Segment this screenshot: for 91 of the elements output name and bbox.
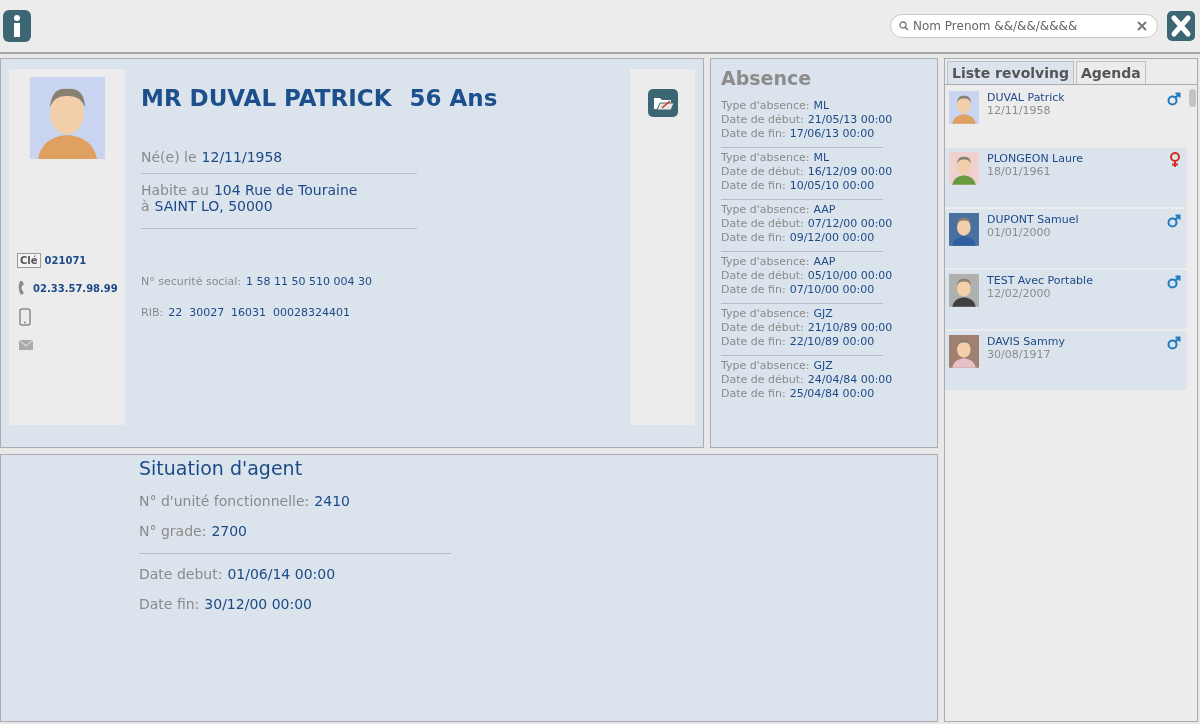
field-label: Date de fin: bbox=[721, 179, 786, 193]
field-label: Date de début: bbox=[721, 321, 804, 335]
field-label: Né(e) le bbox=[141, 149, 197, 165]
clear-icon[interactable] bbox=[1137, 21, 1147, 31]
field-value: AAP bbox=[813, 203, 836, 217]
birth-date: 12/02/2000 bbox=[987, 287, 1052, 300]
field-value: 05/10/00 00:00 bbox=[807, 269, 893, 283]
field-label: Date de fin: bbox=[721, 335, 786, 349]
field-value: 16/12/09 00:00 bbox=[807, 165, 893, 179]
person-list-item[interactable]: PLONGEON Laure 18/01/1961 bbox=[945, 148, 1187, 207]
field-label: Type d'absence: bbox=[721, 307, 810, 321]
field-label: Date de fin: bbox=[721, 387, 786, 401]
field-label: Date fin: bbox=[139, 596, 200, 612]
field-value: 09/12/00 00:00 bbox=[789, 231, 875, 245]
panel-title: Absence bbox=[721, 67, 813, 89]
key-label: Clé bbox=[17, 253, 41, 268]
male-symbol-icon bbox=[1167, 275, 1181, 289]
search-field[interactable]: Nom Prenom &&/&&/&&&& bbox=[890, 14, 1158, 38]
field-value: ML bbox=[813, 151, 830, 165]
info-icon[interactable] bbox=[2, 9, 32, 43]
folder-icon[interactable] bbox=[647, 89, 678, 117]
male-symbol-icon bbox=[1167, 92, 1181, 106]
person-list-item[interactable]: TEST Avec Portable 12/02/2000 bbox=[945, 270, 1187, 329]
female-symbol-icon bbox=[1169, 152, 1181, 168]
key-value: 021071 bbox=[44, 255, 87, 266]
person-name: DUPONT Samuel bbox=[987, 213, 1080, 226]
field-label: Date de fin: bbox=[721, 127, 786, 141]
field-label: Date de début: bbox=[721, 165, 804, 179]
person-name: DAVIS Sammy bbox=[987, 335, 1066, 348]
field-value: 17/06/13 00:00 bbox=[789, 127, 875, 141]
field-value: 07/10/00 00:00 bbox=[789, 283, 875, 297]
close-icon[interactable] bbox=[1166, 10, 1196, 42]
address-value: 104 Rue de Touraine bbox=[213, 182, 358, 198]
field-value: 07/12/00 00:00 bbox=[807, 217, 893, 231]
birth-date: 18/01/1961 bbox=[987, 165, 1052, 178]
field-value: 21/05/13 00:00 bbox=[807, 113, 893, 127]
field-label: à bbox=[141, 198, 150, 214]
person-list-item[interactable]: DUPONT Samuel 01/01/2000 bbox=[945, 209, 1187, 268]
field-value: 2410 bbox=[314, 493, 350, 509]
person-name: PLONGEON Laure bbox=[987, 152, 1084, 165]
birth-date: 01/01/2000 bbox=[987, 226, 1052, 239]
field-label: RIB: bbox=[141, 306, 164, 319]
field-value: 01/06/14 00:00 bbox=[227, 566, 336, 582]
panel-title: Situation d'agent bbox=[139, 457, 304, 479]
field-value: 24/04/84 00:00 bbox=[807, 373, 893, 387]
field-label: Date de début: bbox=[721, 373, 804, 387]
search-icon bbox=[899, 21, 909, 31]
field-value: 10/05/10 00:00 bbox=[789, 179, 875, 193]
field-label: Date de fin: bbox=[721, 231, 786, 245]
person-list-item[interactable]: DAVIS Sammy 30/08/1917 bbox=[945, 331, 1187, 390]
male-symbol-icon bbox=[1167, 214, 1181, 228]
field-value: 21/10/89 00:00 bbox=[807, 321, 893, 335]
field-label: Date debut: bbox=[139, 566, 223, 582]
phone-number: 02.33.57.98.99 bbox=[33, 282, 118, 294]
person-age: 56 Ans bbox=[409, 85, 498, 111]
person-name: MR DUVAL PATRICK bbox=[141, 85, 392, 111]
field-label: Date de début: bbox=[721, 113, 804, 127]
field-label: Date de fin: bbox=[721, 283, 786, 297]
field-value: 30/12/00 00:00 bbox=[204, 596, 312, 612]
mail-icon bbox=[19, 340, 33, 350]
field-label: Type d'absence: bbox=[721, 151, 810, 165]
field-label: Type d'absence: bbox=[721, 99, 810, 113]
tab[interactable]: Liste revolving bbox=[947, 61, 1074, 84]
field-value: 22 30027 16031 00028324401 bbox=[168, 306, 351, 319]
field-label: Type d'absence: bbox=[721, 359, 810, 373]
field-value: AAP bbox=[813, 255, 836, 269]
field-label: Date de début: bbox=[721, 269, 804, 283]
male-symbol-icon bbox=[1167, 336, 1181, 350]
field-label: Habite au bbox=[141, 182, 209, 198]
scrollbar-thumb[interactable] bbox=[1188, 89, 1196, 107]
address-value: SAINT LO, 50000 bbox=[154, 198, 273, 214]
person-name: TEST Avec Portable bbox=[987, 274, 1094, 287]
field-value: 22/10/89 00:00 bbox=[789, 335, 875, 349]
tab[interactable]: Agenda bbox=[1076, 61, 1146, 84]
field-label: N° d'unité fonctionnelle: bbox=[139, 493, 310, 509]
field-value: GJZ bbox=[813, 307, 833, 321]
field-label: N° grade: bbox=[139, 523, 207, 539]
person-name: DUVAL Patrick bbox=[987, 91, 1066, 104]
field-value: 25/04/84 00:00 bbox=[789, 387, 875, 401]
field-label: Type d'absence: bbox=[721, 203, 810, 217]
field-value: 1 58 11 50 510 004 30 bbox=[245, 275, 372, 288]
field-value: ML bbox=[813, 99, 830, 113]
field-value: 2700 bbox=[211, 523, 247, 539]
field-label: Date de début: bbox=[721, 217, 804, 231]
birth-date: 30/08/1917 bbox=[987, 348, 1052, 361]
field-value: GJZ bbox=[813, 359, 833, 373]
field-label: N° securité social: bbox=[141, 275, 241, 288]
field-label: Type d'absence: bbox=[721, 255, 810, 269]
birth-date: 12/11/1958 bbox=[987, 104, 1052, 117]
birth-date: 12/11/1958 bbox=[201, 149, 283, 165]
mobile-phone-icon bbox=[19, 308, 31, 326]
